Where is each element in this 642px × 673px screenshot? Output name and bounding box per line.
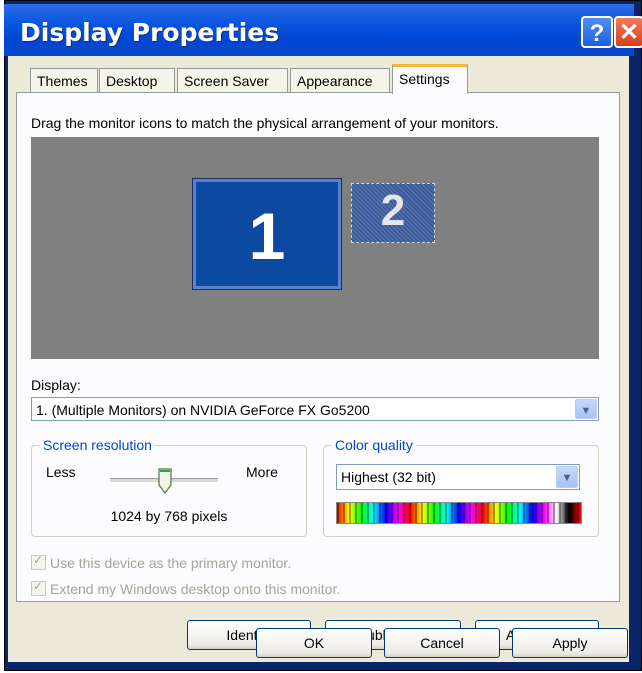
help-button[interactable]: ? — [581, 16, 613, 48]
ok-button[interactable]: OK — [256, 628, 372, 658]
monitor-1-label: 1 — [248, 199, 286, 273]
resolution-more-label: More — [246, 464, 278, 480]
close-icon: ✕ — [618, 19, 640, 46]
cancel-button[interactable]: Cancel — [384, 628, 500, 658]
extend-desktop-checkbox[interactable]: Extend my Windows desktop onto this moni… — [31, 579, 341, 597]
color-quality-value: Highest (32 bit) — [341, 469, 436, 485]
display-select[interactable]: 1. (Multiple Monitors) on NVIDIA GeForce… — [31, 397, 599, 421]
apply-button[interactable]: Apply — [512, 628, 628, 658]
color-quality-preview — [336, 502, 582, 524]
close-button[interactable]: ✕ — [614, 16, 642, 48]
monitor-2-icon[interactable]: 2 — [351, 183, 435, 243]
resolution-value: 1024 by 768 pixels — [110, 508, 228, 524]
resolution-less-label: Less — [46, 464, 76, 480]
resolution-slider-thumb[interactable] — [158, 468, 172, 494]
tab-screen-saver[interactable]: Screen Saver — [177, 68, 288, 92]
monitor-1-icon[interactable]: 1 — [192, 178, 342, 290]
checkbox-check-icon[interactable] — [31, 579, 46, 596]
screen-resolution-title: Screen resolution — [40, 437, 155, 453]
chevron-down-icon[interactable]: ▼ — [575, 399, 597, 419]
tab-appearance[interactable]: Appearance — [290, 68, 390, 92]
primary-monitor-label: Use this device as the primary monitor. — [50, 555, 292, 571]
window-title: Display Properties — [20, 18, 280, 47]
color-quality-group: Color quality Highest (32 bit) ▼ — [323, 437, 599, 537]
checkbox-check-icon[interactable] — [31, 553, 46, 570]
monitor-arrangement-area[interactable]: 1 2 — [31, 137, 599, 359]
monitor-2-label: 2 — [380, 186, 406, 235]
color-quality-select[interactable]: Highest (32 bit) ▼ — [336, 464, 580, 490]
instruction-text: Drag the monitor icons to match the phys… — [31, 115, 499, 131]
settings-panel: Drag the monitor icons to match the phys… — [16, 92, 620, 650]
help-icon: ? — [589, 20, 605, 47]
chevron-down-icon[interactable]: ▼ — [556, 466, 578, 488]
color-quality-title: Color quality — [332, 437, 416, 453]
tab-themes[interactable]: Themes — [30, 68, 98, 92]
tab-settings[interactable]: Settings — [392, 64, 468, 94]
primary-monitor-checkbox[interactable]: Use this device as the primary monitor. — [31, 553, 292, 571]
screen-resolution-group: Screen resolution Less More 1024 by 768 … — [31, 437, 307, 537]
tab-desktop[interactable]: Desktop — [99, 68, 175, 92]
extend-desktop-label: Extend my Windows desktop onto this moni… — [50, 581, 341, 597]
display-label: Display: — [31, 377, 81, 393]
display-select-value: 1. (Multiple Monitors) on NVIDIA GeForce… — [36, 402, 370, 418]
dialog-client: Themes Desktop Screen Saver Appearance S… — [8, 56, 629, 662]
title-bar[interactable]: Display Properties ? ✕ — [4, 4, 642, 56]
